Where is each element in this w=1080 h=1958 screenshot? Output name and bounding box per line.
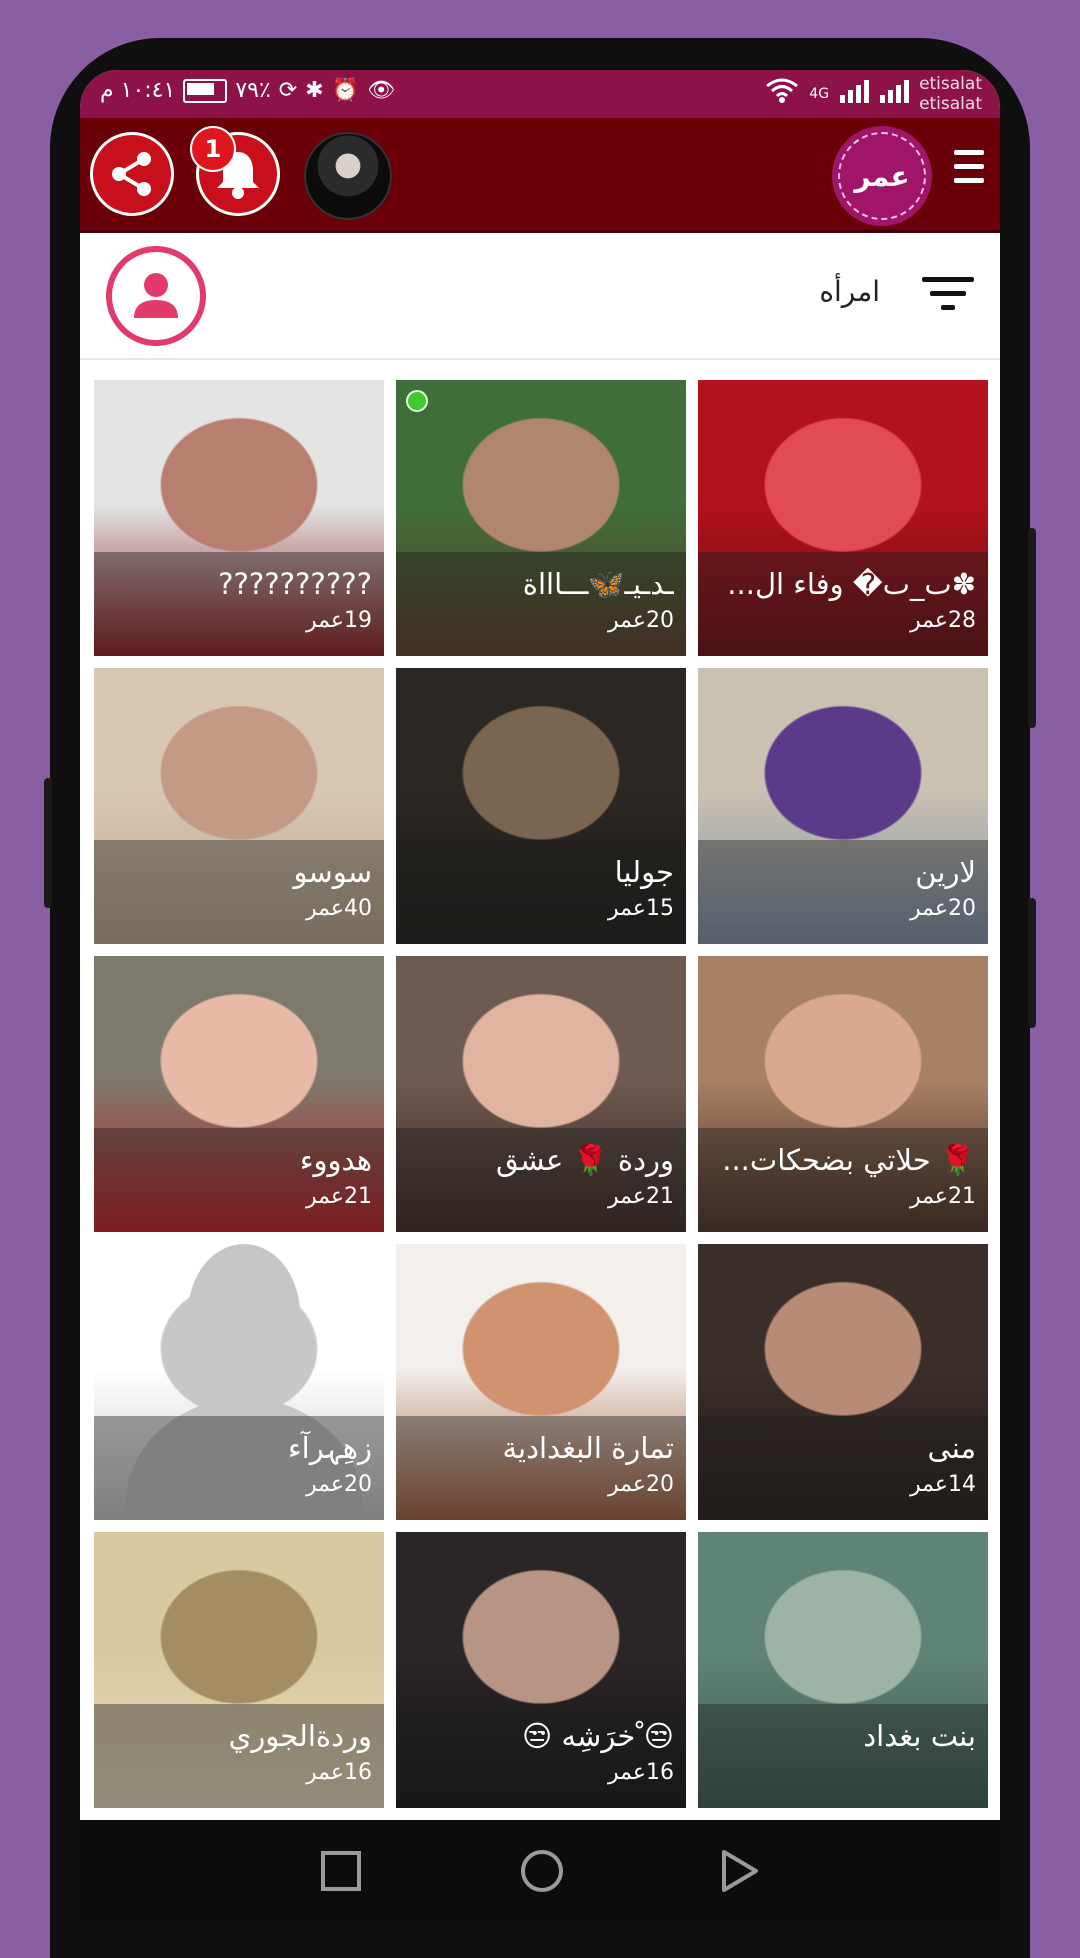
filter-bar: امرأه — [80, 233, 1000, 360]
profile-name: زِهِہرآء — [288, 1431, 372, 1465]
profile-age: 20عمر — [608, 608, 674, 633]
system-nav-bar — [80, 1820, 1000, 1920]
notification-badge: 1 — [190, 126, 236, 172]
carrier-2: etisalat — [919, 94, 982, 114]
recents-icon[interactable] — [320, 1850, 362, 1892]
profile-age: 21عمر — [608, 1184, 674, 1209]
battery-level: ٧٩٪ — [235, 78, 271, 103]
profile-age: 20عمر — [910, 896, 976, 921]
profile-card[interactable]: ✽ٮ_ٮ� وفاء ال... 28عمر — [698, 380, 988, 656]
profiles-grid: ✽ٮ_ٮ� وفاء ال... 28عمر ـدـيـ🦋ـــاااة 20عمر?… — [92, 380, 988, 1808]
profile-name: سوسو — [293, 855, 372, 889]
profile-name: ـدـيـ🦋ـــاااة — [522, 567, 674, 601]
home-icon[interactable] — [519, 1848, 565, 1894]
side-button — [1028, 898, 1036, 1028]
profile-card[interactable]: ـدـيـ🦋ـــاااة 20عمر — [396, 380, 686, 656]
brand-logo[interactable]: عمر — [832, 126, 932, 226]
battery-icon — [183, 78, 228, 103]
profile-caption: منى 14عمر — [698, 1416, 988, 1520]
profile-card[interactable]: هدووء 21عمر — [94, 956, 384, 1232]
profile-name: لارين — [915, 855, 976, 889]
profile-card[interactable]: 🌹 حلاتي بضحكات... 21عمر — [698, 956, 988, 1232]
volume-button — [44, 778, 52, 908]
menu-icon[interactable] — [954, 150, 984, 192]
profile-caption: ?????????? 19عمر — [94, 552, 384, 656]
brand-name: عمر — [838, 132, 926, 220]
profile-card[interactable]: بنت بغداد — [698, 1532, 988, 1808]
profile-caption: ✽ٮ_ٮ� وفاء ال... 28عمر — [698, 552, 988, 656]
profile-card[interactable]: تمارة البغدادية 20عمر — [396, 1244, 686, 1520]
my-profile-button[interactable] — [106, 246, 206, 346]
profile-name: هدووء — [299, 1143, 372, 1177]
carrier-1: etisalat — [919, 74, 982, 94]
filter-icon[interactable] — [922, 277, 974, 319]
profile-card[interactable]: وردة 🌹 عشق 21عمر — [396, 956, 686, 1232]
profile-card[interactable]: ?????????? 19عمر — [94, 380, 384, 656]
bluetooth-icon: ✱ — [305, 78, 324, 103]
profile-caption: 🌹 حلاتي بضحكات... 21عمر — [698, 1128, 988, 1232]
profile-age: 21عمر — [306, 1184, 372, 1209]
profile-name: 🌹 حلاتي بضحكات... — [722, 1143, 976, 1177]
share-button[interactable] — [90, 132, 174, 216]
back-icon[interactable] — [718, 1848, 762, 1894]
alarm-icon: ⏰ — [331, 78, 360, 103]
profile-age: 20عمر — [306, 1472, 372, 1497]
clock: ١٠:٤١ م — [100, 78, 176, 103]
profile-age: 40عمر — [306, 896, 372, 921]
profile-caption: لارين 20عمر — [698, 840, 988, 944]
user-avatar[interactable] — [304, 132, 392, 220]
profile-name: تمارة البغدادية — [502, 1431, 674, 1465]
profile-card[interactable]: منى 14عمر — [698, 1244, 988, 1520]
profile-name: ?????????? — [218, 567, 372, 601]
profile-caption: زِهِہرآء 20عمر — [94, 1416, 384, 1520]
profile-card[interactable]: زِهِہرآء 20عمر — [94, 1244, 384, 1520]
screen: ١٠:٤١ م ٧٩٪ ⟳ ✱ ⏰ 👁 4G etisalat etisalat — [80, 70, 1000, 1920]
profile-caption: ـدـيـ🦋ـــاااة 20عمر — [396, 552, 686, 656]
profile-card[interactable]: سوسو 40عمر — [94, 668, 384, 944]
status-right: 4G etisalat etisalat — [765, 74, 982, 114]
power-button — [1028, 528, 1036, 728]
profile-caption: جوليا 15عمر — [396, 840, 686, 944]
profile-caption: سوسو 40عمر — [94, 840, 384, 944]
profile-age: 21عمر — [910, 1184, 976, 1209]
carrier-names: etisalat etisalat — [919, 74, 982, 114]
signal-icon-2 — [879, 79, 910, 109]
profile-caption: تمارة البغدادية 20عمر — [396, 1416, 686, 1520]
profile-age: 28عمر — [910, 608, 976, 633]
status-bar: ١٠:٤١ م ٧٩٪ ⟳ ✱ ⏰ 👁 4G etisalat etisalat — [80, 70, 1000, 118]
profile-caption: وردة 🌹 عشق 21عمر — [396, 1128, 686, 1232]
profile-name: منى — [927, 1431, 976, 1465]
share-icon — [112, 152, 151, 196]
profile-caption: بنت بغداد — [698, 1704, 988, 1808]
app-header: 1 عمر — [80, 118, 1000, 233]
profile-caption: 😒 ْخرَشِه 😒 16عمر — [396, 1704, 686, 1808]
profile-name: جوليا — [614, 855, 674, 889]
profile-age: 20عمر — [608, 1472, 674, 1497]
gender-filter-label[interactable]: امرأه — [819, 275, 880, 308]
profile-name: ✽ٮ_ٮ� وفاء ال... — [727, 567, 976, 601]
profile-card[interactable]: لارين 20عمر — [698, 668, 988, 944]
status-left: ١٠:٤١ م ٧٩٪ ⟳ ✱ ⏰ 👁 — [100, 78, 395, 103]
network-type: 4G — [809, 86, 830, 102]
profile-card[interactable]: وردةالجوري 16عمر — [94, 1532, 384, 1808]
nfc-icon: ⟳ — [278, 78, 298, 103]
profile-name: بنت بغداد — [863, 1719, 976, 1753]
online-indicator — [406, 390, 428, 412]
profile-caption: هدووء 21عمر — [94, 1128, 384, 1232]
profile-card[interactable]: 😒 ْخرَشِه 😒 16عمر — [396, 1532, 686, 1808]
eye-icon: 👁 — [367, 78, 395, 103]
profile-card[interactable]: جوليا 15عمر — [396, 668, 686, 944]
signal-icon — [839, 79, 870, 109]
profile-age: 19عمر — [306, 608, 372, 633]
wifi-icon — [765, 78, 799, 110]
profile-age: 14عمر — [910, 1472, 976, 1497]
profile-age: 16عمر — [306, 1760, 372, 1785]
profile-age: 16عمر — [608, 1760, 674, 1785]
profile-age: 15عمر — [608, 896, 674, 921]
person-icon — [134, 273, 178, 318]
profile-name: وردةالجوري — [228, 1719, 372, 1753]
profile-name: وردة 🌹 عشق — [495, 1143, 674, 1177]
profile-caption: وردةالجوري 16عمر — [94, 1704, 384, 1808]
profile-name: 😒 ْخرَشِه 😒 — [522, 1719, 674, 1753]
